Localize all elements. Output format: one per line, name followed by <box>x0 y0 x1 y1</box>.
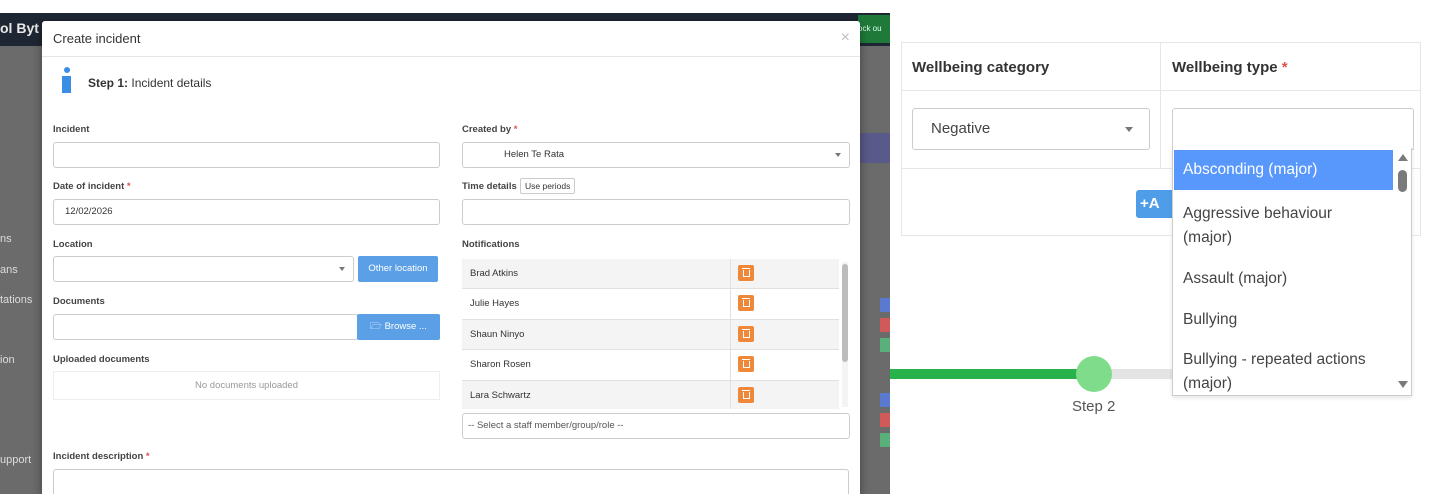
dropdown-option[interactable]: Aggressive behaviour (major) <box>1174 202 1393 250</box>
composite-screenshot: ol Byt ock ou ns ans tations ion upport … <box>0 0 1432 494</box>
scrollbar-thumb[interactable] <box>1398 170 1407 192</box>
dropdown-option[interactable]: Bullying - repeated actions (major) <box>1174 348 1393 395</box>
time-details-label: Time details <box>462 181 517 192</box>
notification-name: Lara Schwartz <box>470 389 531 401</box>
trash-icon[interactable] <box>738 325 754 342</box>
chevron-down-icon <box>1125 127 1133 132</box>
progress-fill <box>890 369 1096 379</box>
notification-name: Brad Atkins <box>470 268 519 279</box>
side-nav-text: ns <box>0 233 12 245</box>
step-2-indicator[interactable] <box>1076 356 1112 392</box>
wellbeing-type-select[interactable] <box>1172 108 1414 150</box>
side-nav-text: upport <box>0 454 32 466</box>
date-label: Date of incident * <box>53 181 131 192</box>
notification-row: Lara Schwartz <box>462 380 839 409</box>
documents-file-input[interactable] <box>53 314 358 340</box>
wellbeing-category-header: Wellbeing category <box>912 59 1050 76</box>
side-nav-text: ion <box>0 354 15 366</box>
no-documents-message: No documents uploaded <box>53 371 440 400</box>
wellbeing-screenshot: Wellbeing category Wellbeing type * Nega… <box>890 0 1432 494</box>
notification-row: Sharon Rosen <box>462 350 839 381</box>
create-incident-modal: Create incident × Step 1: Incident detai… <box>42 21 860 494</box>
date-of-incident-input[interactable]: 12/02/2026 <box>53 199 440 225</box>
dropdown-option[interactable]: Absconding (major) <box>1174 150 1393 190</box>
trash-icon[interactable] <box>738 356 754 373</box>
scroll-down-icon[interactable] <box>1398 381 1408 388</box>
table-header: Wellbeing category Wellbeing type * <box>902 43 1420 91</box>
scrollbar-thumb[interactable] <box>842 264 848 362</box>
trash-icon[interactable] <box>738 386 754 403</box>
incident-description-label: Incident description * <box>53 451 150 462</box>
notification-name: Julie Hayes <box>470 298 520 310</box>
background-chip <box>880 318 890 332</box>
wellbeing-category-select[interactable]: Negative <box>912 108 1150 150</box>
time-details-input[interactable] <box>462 199 850 225</box>
step-number: Step 1: <box>88 76 129 90</box>
notifications-label: Notifications <box>462 239 520 250</box>
created-by-select[interactable]: Helen Te Rata <box>462 142 850 168</box>
background-chip <box>880 433 890 447</box>
side-nav-text: tations <box>0 294 33 306</box>
modal-title: Create incident <box>53 31 141 46</box>
wellbeing-type-dropdown: Absconding (major) Aggressive behaviour … <box>1172 148 1412 396</box>
incident-description-textarea[interactable] <box>53 469 849 494</box>
location-label: Location <box>53 239 93 250</box>
background-chip <box>880 413 890 427</box>
staff-member-select[interactable]: -- Select a staff member/group/role -- <box>462 413 850 439</box>
modal-header: Create incident × <box>42 21 860 57</box>
trash-icon[interactable] <box>738 295 754 312</box>
created-by-value: Helen Te Rata <box>504 149 565 160</box>
incident-app-screenshot: ol Byt ock ou ns ans tations ion upport … <box>0 13 890 494</box>
wellbeing-type-header: Wellbeing type * <box>1172 59 1288 76</box>
close-icon[interactable]: × <box>841 29 850 47</box>
dropdown-option[interactable]: Assault (major) <box>1174 267 1393 291</box>
notification-row: Julie Hayes <box>462 289 839 320</box>
lock-out-button[interactable]: ock ou <box>858 15 890 43</box>
step-name: Incident details <box>131 76 212 90</box>
background-chip <box>880 338 890 352</box>
incident-label: Incident <box>53 124 90 135</box>
location-select[interactable] <box>53 256 354 282</box>
notifications-list: Brad Atkins Julie Hayes Shaun Ninyo Shar… <box>462 259 839 409</box>
wellbeing-category-value: Negative <box>931 120 991 137</box>
background-chip <box>880 298 890 312</box>
chevron-down-icon <box>835 153 841 157</box>
side-nav-text: ans <box>0 264 18 276</box>
notification-name: Sharon Rosen <box>470 359 531 371</box>
dropdown-scrollbar[interactable] <box>1395 148 1411 395</box>
info-icon <box>61 67 73 93</box>
notifications-scrollbar[interactable] <box>842 262 848 407</box>
background-chip <box>880 393 890 407</box>
other-location-button[interactable]: Other location <box>358 256 438 282</box>
use-periods-button[interactable]: Use periods <box>520 178 576 194</box>
trash-icon[interactable] <box>738 265 754 281</box>
app-brand: ol Byt <box>0 20 39 36</box>
step-2-label: Step 2 <box>1072 398 1116 415</box>
background-panel <box>860 133 890 163</box>
incident-input[interactable] <box>53 142 440 168</box>
notification-row: Brad Atkins <box>462 259 839 290</box>
documents-label: Documents <box>53 296 105 307</box>
created-by-label: Created by * <box>462 124 518 135</box>
browse-button[interactable]: 🗁 Browse ... <box>357 314 440 340</box>
notification-name: Shaun Ninyo <box>470 328 525 340</box>
scroll-up-icon[interactable] <box>1398 154 1408 161</box>
chevron-down-icon <box>339 267 345 271</box>
uploaded-documents-label: Uploaded documents <box>53 354 150 365</box>
step-title: Step 1: Incident details <box>88 76 211 90</box>
notification-row: Shaun Ninyo <box>462 319 839 351</box>
add-button[interactable]: +A <box>1136 190 1176 218</box>
dropdown-option[interactable]: Bullying <box>1174 308 1393 332</box>
